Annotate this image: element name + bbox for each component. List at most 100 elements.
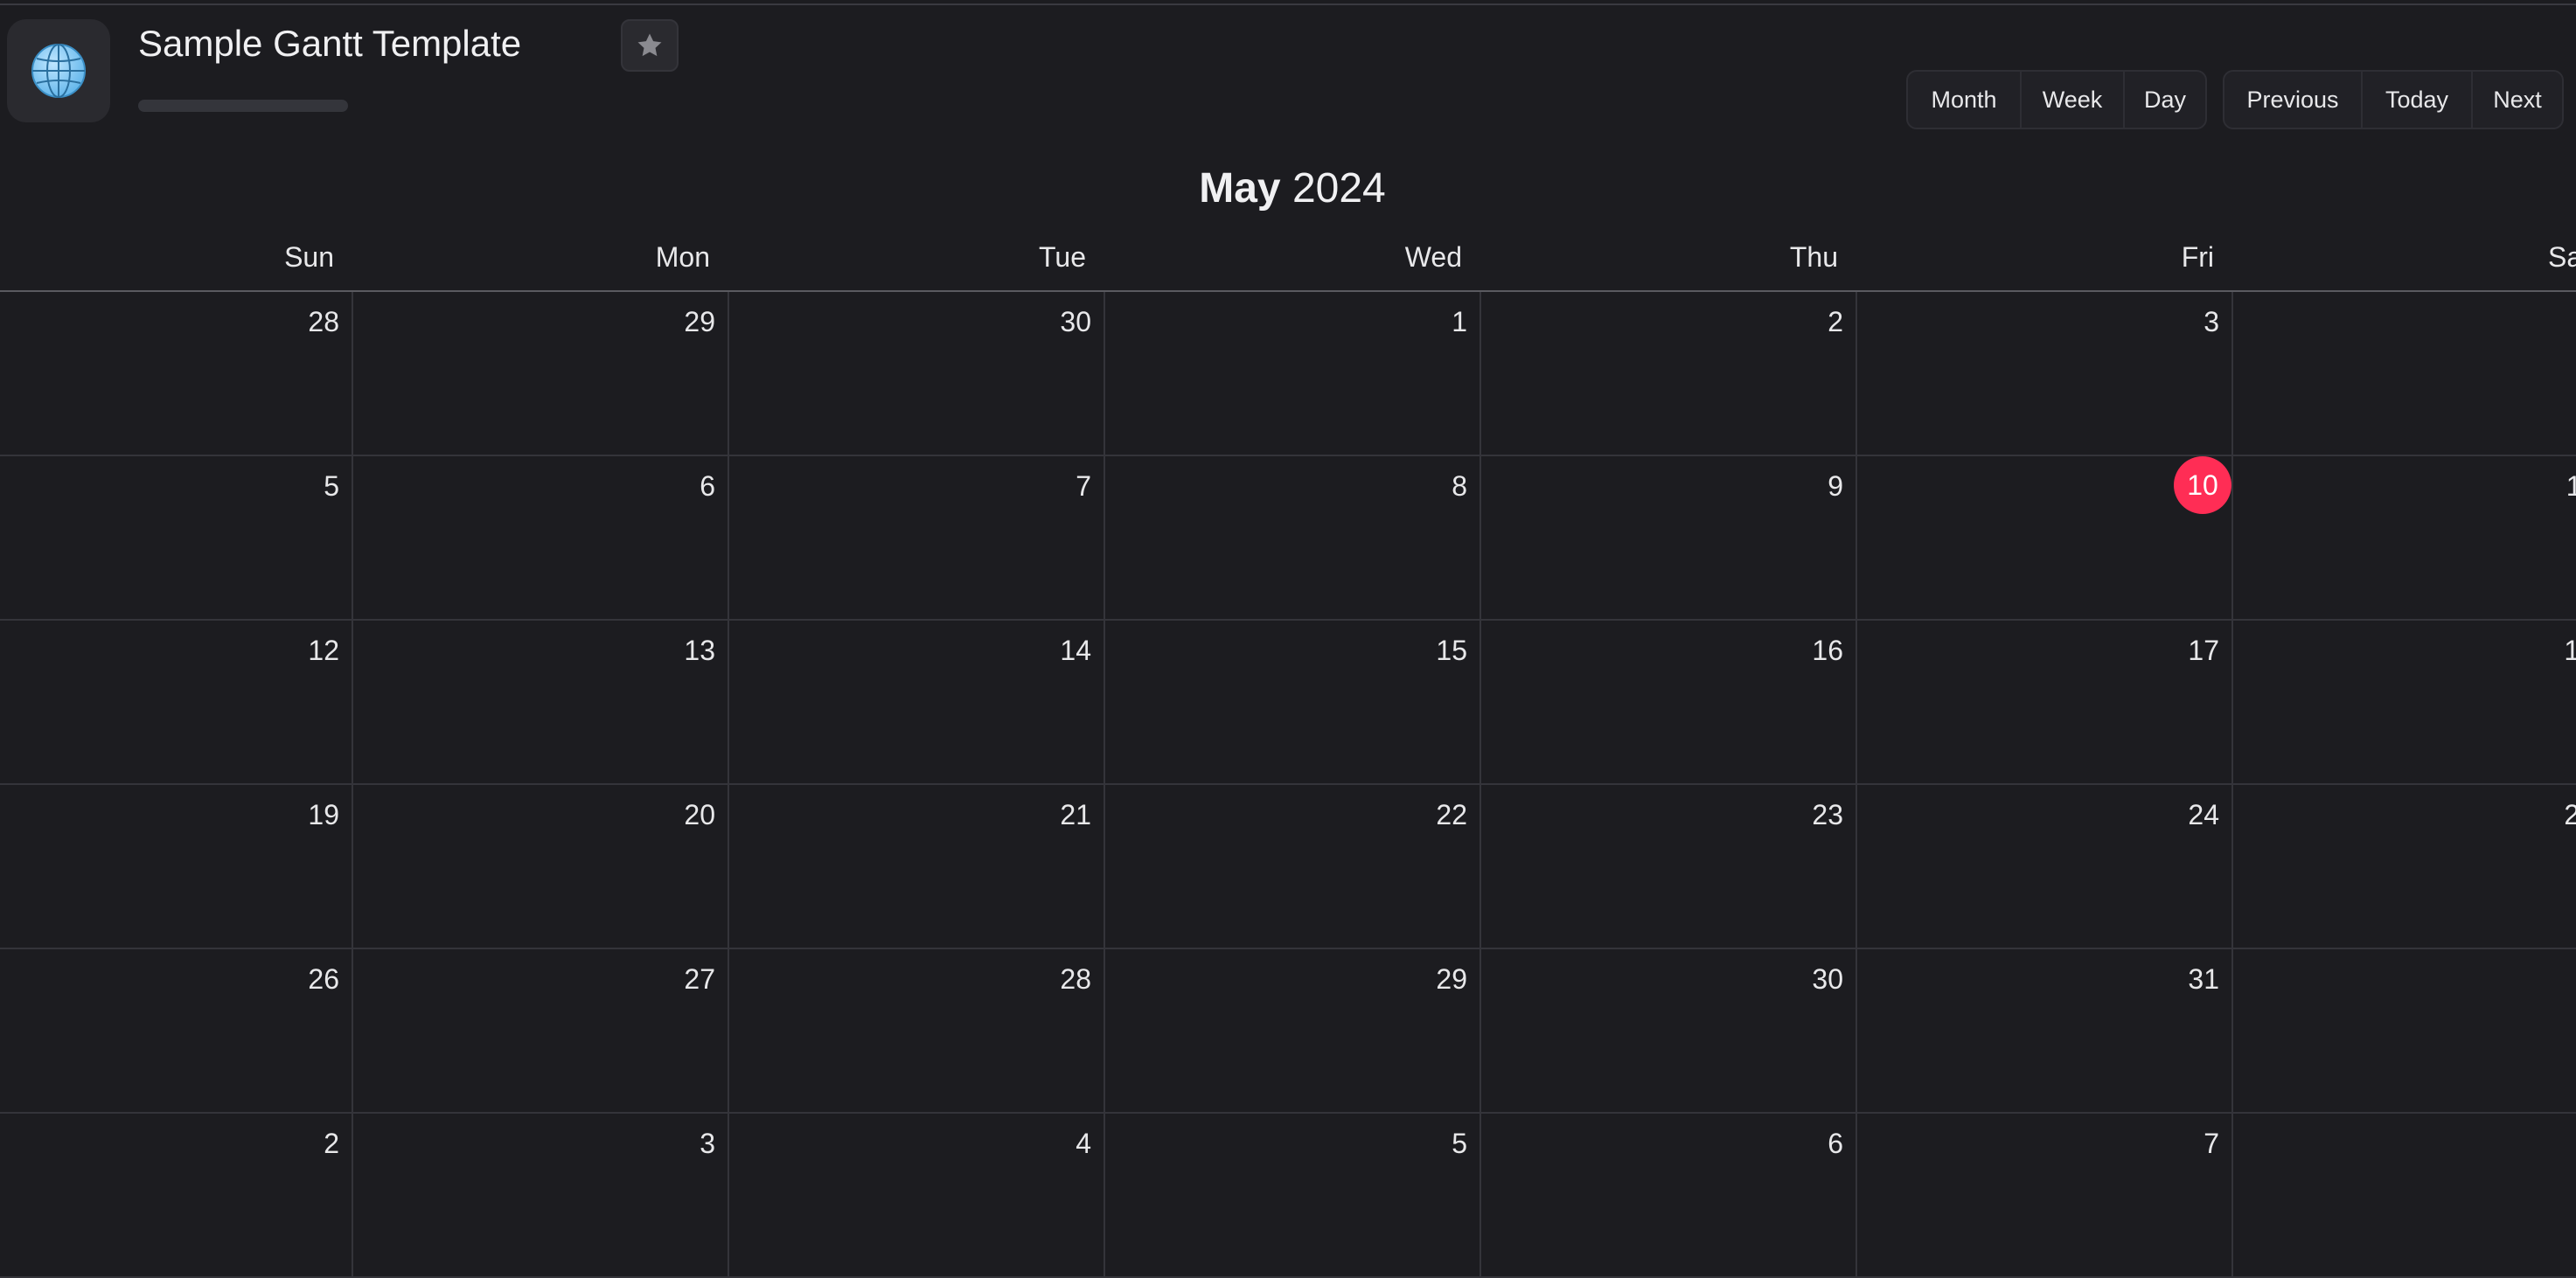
favorite-button[interactable]: [621, 19, 679, 72]
day-number: 1: [2567, 963, 2576, 996]
day-number: 26: [308, 963, 339, 995]
day-number: 5: [1452, 1128, 1467, 1159]
month-view-button[interactable]: Month: [1908, 72, 2020, 128]
day-number: 30: [1060, 306, 1091, 337]
calendar-day-cell[interactable]: 17: [1855, 621, 2231, 783]
calendar-day-cell[interactable]: 31: [1855, 949, 2231, 1112]
day-number: 4: [2567, 306, 2576, 338]
star-icon: [637, 33, 662, 57]
day-number: 22: [1436, 799, 1467, 830]
calendar-day-cell[interactable]: 27: [352, 949, 728, 1112]
calendar-day-cell[interactable]: 7: [1855, 1114, 2231, 1276]
calendar-day-cell[interactable]: 22: [1104, 785, 1479, 948]
calendar-day-cell[interactable]: 23: [1479, 785, 1855, 948]
day-number: 2: [324, 1128, 339, 1159]
calendar-day-cell[interactable]: 5: [0, 456, 352, 619]
day-number: 4: [1076, 1128, 1091, 1159]
calendar-day-cell[interactable]: 5: [1104, 1114, 1479, 1276]
calendar-day-cell[interactable]: 10: [1855, 456, 2231, 619]
day-view-button[interactable]: Day: [2123, 72, 2205, 128]
today-button[interactable]: Today: [2361, 72, 2471, 128]
day-number: 23: [1812, 799, 1843, 830]
weekday-header: Tue: [1039, 241, 1086, 273]
day-number: 15: [1436, 635, 1467, 666]
calendar-week-row: 2 3 4 5 6 7 8: [0, 1114, 2576, 1278]
day-number: 29: [684, 306, 715, 337]
week-view-button[interactable]: Week: [2020, 72, 2123, 128]
calendar-day-cell[interactable]: 30: [728, 292, 1104, 455]
calendar-day-cell[interactable]: 4: [728, 1114, 1104, 1276]
calendar-day-cell[interactable]: 2: [0, 1114, 352, 1276]
next-button[interactable]: Next: [2471, 72, 2562, 128]
calendar-day-cell[interactable]: 30: [1479, 949, 1855, 1112]
day-number: 27: [684, 963, 715, 995]
calendar-day-cell[interactable]: 4: [2231, 292, 2576, 455]
day-number: 2: [1828, 306, 1843, 337]
calendar-day-cell[interactable]: 6: [1479, 1114, 1855, 1276]
day-number: 20: [684, 799, 715, 830]
day-number: 9: [1828, 470, 1843, 502]
day-number: 25: [2564, 799, 2576, 830]
calendar-day-cell[interactable]: 11: [2231, 456, 2576, 619]
today-day-number: 10: [2174, 456, 2231, 514]
day-number: 13: [684, 635, 715, 666]
calendar-week-row: 12 13 14 15 16 17 18: [0, 621, 2576, 785]
weekday-header-row: Sun Mon Tue Wed Thu Fri Sat: [0, 234, 2576, 292]
day-number: 1: [1452, 306, 1467, 337]
calendar-day-cell[interactable]: 26: [0, 949, 352, 1112]
calendar-day-cell[interactable]: 6: [352, 456, 728, 619]
calendar-day-cell[interactable]: 16: [1479, 621, 1855, 783]
calendar-day-cell[interactable]: 14: [728, 621, 1104, 783]
page-title: Sample Gantt Template: [138, 23, 522, 64]
day-number: 30: [1812, 963, 1843, 995]
top-divider: [0, 3, 2576, 5]
day-number: 7: [1076, 470, 1091, 502]
calendar-day-cell[interactable]: 12: [0, 621, 352, 783]
calendar-day-cell[interactable]: 1: [2231, 949, 2576, 1112]
day-number: 28: [308, 306, 339, 337]
weekday-header: Sat: [2547, 241, 2576, 273]
calendar-day-cell[interactable]: 29: [1104, 949, 1479, 1112]
day-number: 5: [324, 470, 339, 502]
calendar-day-cell[interactable]: 8: [2231, 1114, 2576, 1276]
calendar-grid: Sun Mon Tue Wed Thu Fri Sat 282930123456…: [0, 234, 2576, 1278]
year-label: 2024: [1291, 165, 1386, 212]
day-number: 7: [2204, 1128, 2219, 1159]
day-number: 24: [2188, 799, 2219, 830]
calendar-day-cell[interactable]: 20: [352, 785, 728, 948]
weekday-header: Wed: [1404, 241, 1462, 273]
app-icon: [7, 19, 110, 122]
day-number: 3: [2204, 306, 2219, 337]
subtitle-placeholder-bar: [138, 100, 348, 112]
day-number: 6: [1828, 1128, 1843, 1159]
calendar-weeks: 2829301234567891011121314151617181920212…: [0, 292, 2576, 1278]
globe-icon: [31, 44, 86, 98]
previous-button[interactable]: Previous: [2224, 72, 2361, 128]
calendar-day-cell[interactable]: 8: [1104, 456, 1479, 619]
calendar-day-cell[interactable]: 28: [0, 292, 352, 455]
calendar-week-row: 19 20 21 22 23 24 25: [0, 785, 2576, 949]
day-number: 6: [700, 470, 715, 502]
calendar-day-cell[interactable]: 28: [728, 949, 1104, 1112]
calendar-day-cell[interactable]: 18: [2231, 621, 2576, 783]
calendar-day-cell[interactable]: 21: [728, 785, 1104, 948]
calendar-day-cell[interactable]: 25: [2231, 785, 2576, 948]
calendar-day-cell[interactable]: 24: [1855, 785, 2231, 948]
view-toggle-group: Month Week Day: [1906, 70, 2207, 129]
calendar-day-cell[interactable]: 3: [1855, 292, 2231, 455]
calendar-day-cell[interactable]: 2: [1479, 292, 1855, 455]
calendar-day-cell[interactable]: 15: [1104, 621, 1479, 783]
day-number: 14: [1060, 635, 1091, 666]
calendar-day-cell[interactable]: 1: [1104, 292, 1479, 455]
calendar-day-cell[interactable]: 3: [352, 1114, 728, 1276]
calendar-day-cell[interactable]: 13: [352, 621, 728, 783]
calendar-day-cell[interactable]: 9: [1479, 456, 1855, 619]
month-title: May 2024: [0, 164, 2576, 212]
calendar-day-cell[interactable]: 29: [352, 292, 728, 455]
calendar-day-cell[interactable]: 7: [728, 456, 1104, 619]
calendar-day-cell[interactable]: 19: [0, 785, 352, 948]
day-number: 17: [2188, 635, 2219, 666]
day-number: 12: [308, 635, 339, 666]
day-number: 8: [2567, 1128, 2576, 1160]
weekday-header: Sun: [284, 241, 334, 273]
